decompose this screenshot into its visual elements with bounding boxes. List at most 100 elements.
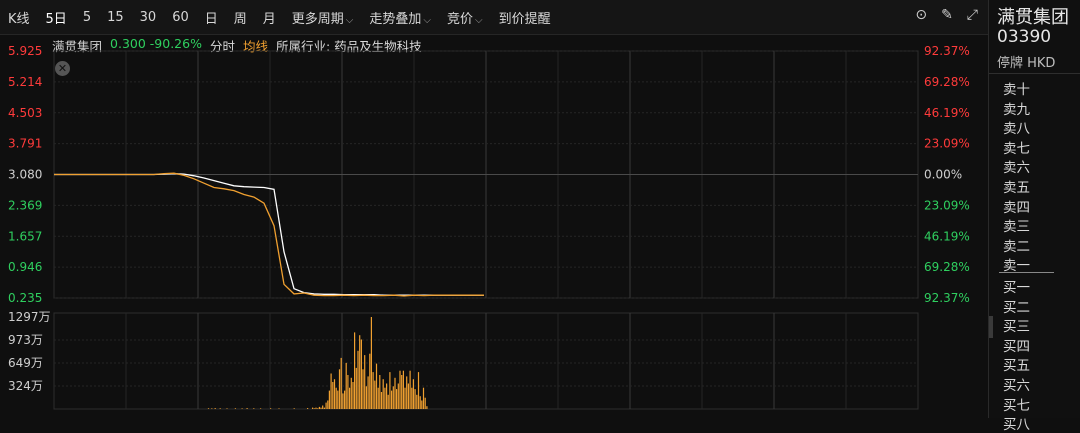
y-tick-right: 69.28% bbox=[924, 75, 970, 89]
volume-bar bbox=[421, 400, 423, 409]
y-tick-left: 3.791 bbox=[8, 137, 42, 151]
order-book-buy-1: 买一 bbox=[1003, 280, 1030, 296]
order-book-buy-4: 买四 bbox=[1003, 338, 1030, 355]
volume-bar bbox=[407, 383, 409, 409]
volume-bar bbox=[367, 376, 369, 409]
volume-bar bbox=[411, 387, 413, 409]
volume-bar bbox=[207, 408, 210, 409]
timeshare-chart[interactable]: 5.925 92.37% 5.214 69.28% 4.503 46.19% 3.791 23… bbox=[0, 0, 988, 418]
volume-bar bbox=[253, 408, 255, 409]
volume-bar bbox=[364, 355, 366, 409]
close-icon[interactable]: ✕ bbox=[55, 61, 70, 76]
volume-bar bbox=[360, 339, 362, 409]
volume-bar bbox=[365, 386, 367, 409]
volume-bar bbox=[370, 317, 372, 409]
y-tick-left: 0.946 bbox=[8, 260, 42, 274]
volume-bar bbox=[219, 408, 221, 409]
sidebar-stock-code: 03390 bbox=[997, 27, 1052, 47]
order-book-buy-7: 买七 bbox=[1003, 397, 1030, 414]
volume-bar bbox=[355, 367, 357, 409]
volume-y-tick: 649万 bbox=[8, 356, 43, 370]
volume-bar bbox=[313, 408, 315, 409]
volume-bar bbox=[402, 370, 404, 409]
order-book-sell-4: 卖四 bbox=[1003, 199, 1030, 216]
volume-bar bbox=[337, 390, 339, 409]
volume-bar bbox=[416, 394, 418, 409]
y-tick-right: 92.37% bbox=[924, 44, 970, 58]
volume-bar bbox=[349, 387, 351, 409]
volume-bar bbox=[419, 396, 421, 409]
order-book-sell-3: 卖三 bbox=[1003, 219, 1030, 236]
volume-bar bbox=[322, 405, 324, 409]
y-tick-left: 4.503 bbox=[8, 106, 42, 120]
y-tick-left: 0.235 bbox=[8, 291, 42, 305]
y-tick-left: 3.080 bbox=[8, 168, 42, 182]
volume-bar bbox=[241, 408, 243, 409]
order-book-buy-6: 买六 bbox=[1003, 378, 1030, 394]
y-tick-right: 23.09% bbox=[924, 198, 970, 212]
y-tick-left: 2.369 bbox=[8, 198, 42, 212]
scrollbar-handle[interactable] bbox=[989, 316, 993, 338]
volume-bar bbox=[320, 407, 322, 409]
y-tick-left: 1.657 bbox=[8, 229, 42, 243]
volume-bar bbox=[342, 393, 344, 409]
volume-bar bbox=[328, 390, 330, 409]
volume-bar bbox=[396, 389, 398, 409]
volume-y-tick: 973万 bbox=[8, 333, 43, 347]
volume-bar bbox=[417, 372, 420, 409]
volume-bar bbox=[394, 377, 396, 409]
volume-bar bbox=[404, 387, 406, 409]
volume-bar bbox=[401, 375, 403, 409]
volume-bar bbox=[333, 379, 336, 409]
volume-bar bbox=[347, 375, 349, 409]
volume-bar bbox=[426, 406, 428, 409]
order-book-sell-6: 卖六 bbox=[1003, 160, 1030, 177]
volume-y-tick: 324万 bbox=[8, 379, 43, 393]
volume-bar bbox=[389, 372, 391, 409]
volume-bar bbox=[270, 408, 272, 409]
volume-bar bbox=[278, 408, 280, 409]
volume-bar bbox=[307, 408, 309, 409]
volume-bar bbox=[392, 386, 394, 409]
y-tick-right: 69.28% bbox=[924, 260, 970, 274]
volume-y-tick: 1297万 bbox=[8, 310, 51, 324]
volume-bar bbox=[344, 390, 346, 409]
y-tick-right: 23.09% bbox=[924, 137, 970, 151]
volume-bar bbox=[345, 362, 347, 409]
volume-bar bbox=[374, 380, 376, 409]
order-book-sell-7: 卖七 bbox=[1003, 140, 1030, 157]
volume-bar bbox=[369, 353, 371, 409]
volume-bar bbox=[414, 389, 416, 409]
order-book-buy-2: 买二 bbox=[1003, 299, 1030, 316]
volume-bar bbox=[226, 408, 228, 409]
volume-bar bbox=[317, 408, 319, 409]
volume-bar bbox=[214, 408, 216, 409]
average-line bbox=[54, 172, 484, 296]
volume-bar bbox=[312, 407, 314, 409]
volume-bar bbox=[323, 407, 325, 409]
order-book-buy-5: 买五 bbox=[1003, 358, 1030, 375]
y-tick-right: 46.19% bbox=[924, 106, 970, 120]
volume-bar bbox=[406, 376, 408, 409]
volume-bar bbox=[340, 357, 342, 409]
order-book-buy-8: 买八 bbox=[1003, 417, 1030, 433]
order-book-sell-5: 卖五 bbox=[1003, 180, 1030, 196]
sidebar-stock-name: 满贯集团 bbox=[997, 7, 1069, 28]
volume-bar bbox=[386, 383, 388, 409]
volume-bar bbox=[338, 369, 341, 409]
volume-bar bbox=[354, 332, 356, 409]
volume-bar bbox=[382, 379, 384, 409]
y-tick-right: 92.37% bbox=[924, 291, 970, 305]
volume-bar bbox=[293, 408, 295, 409]
quote-sidebar: 满贯集团 03390 停牌 HKD 卖十 卖九 卖八 卖七 卖六 卖五 卖四 卖三 卖二 卖一 买一… bbox=[988, 0, 1080, 433]
volume-bar bbox=[318, 406, 320, 409]
order-book-sell-10: 卖十 bbox=[1003, 82, 1030, 98]
volume-bar bbox=[332, 382, 334, 409]
volume-bar bbox=[352, 382, 354, 409]
order-book-sell-9: 卖九 bbox=[1003, 101, 1030, 118]
volume-bar bbox=[246, 408, 248, 409]
volume-bar bbox=[335, 387, 337, 409]
volume-bar bbox=[330, 373, 332, 409]
sidebar-status: 停牌 HKD bbox=[997, 56, 1056, 71]
price-line bbox=[54, 172, 484, 297]
